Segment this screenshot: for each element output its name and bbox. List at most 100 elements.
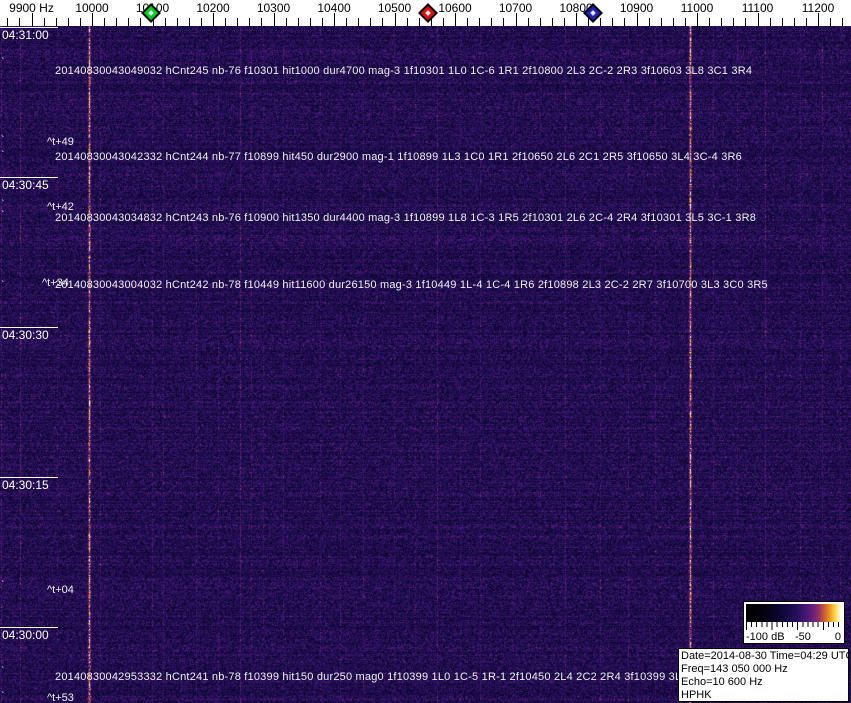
event-time-marker: ^t+04 bbox=[47, 584, 74, 596]
freq-tick-mark bbox=[697, 13, 698, 26]
time-label: 04:30:30 bbox=[2, 328, 49, 342]
time-label: 04:30:00 bbox=[2, 628, 49, 642]
left-edge-caret-mark: ` bbox=[1, 135, 5, 146]
marker-center-dot bbox=[425, 10, 431, 16]
freq-tick-mark bbox=[672, 18, 674, 26]
freq-tick-mark bbox=[309, 18, 311, 26]
freq-tick-mark bbox=[297, 18, 299, 26]
freq-tick-mark bbox=[7, 18, 9, 26]
freq-tick-mark bbox=[128, 18, 130, 26]
time-label: 04:31:00 bbox=[2, 28, 49, 42]
info-echo: Echo=10 600 Hz bbox=[681, 676, 763, 688]
legend-mid-label: -50 bbox=[795, 631, 811, 643]
left-edge-caret-mark: ` bbox=[1, 57, 5, 68]
freq-tick-mark bbox=[709, 18, 711, 26]
frequency-axis-ruler: 9900 Hz100001010010200103001040010500106… bbox=[0, 0, 851, 26]
freq-tick-mark bbox=[479, 18, 481, 26]
freq-tick-mark bbox=[733, 18, 735, 26]
info-station-id: HPHK bbox=[681, 689, 712, 701]
freq-tick-mark bbox=[551, 18, 553, 26]
freq-tick-mark bbox=[515, 13, 517, 26]
detection-text-line: 20140830042953332 hCnt241 nb-78 f10399 h… bbox=[55, 671, 716, 683]
freq-tick-mark bbox=[334, 13, 335, 26]
freq-tick-mark bbox=[116, 18, 118, 26]
freq-tick-mark bbox=[781, 18, 783, 26]
detection-text-line: 20140830043034832 hCnt243 nb-76 f10900 h… bbox=[55, 212, 757, 224]
freq-tick-mark bbox=[200, 18, 202, 26]
detection-text-line: 20140830043049032 hCnt245 nb-76 f10301 h… bbox=[55, 65, 753, 77]
freq-tick-mark bbox=[539, 18, 541, 26]
freq-tick-mark bbox=[612, 18, 614, 26]
marker-center-dot bbox=[590, 10, 596, 16]
freq-tick-mark bbox=[67, 18, 69, 26]
freq-tick-mark bbox=[660, 18, 662, 26]
event-time-marker: ^t+49 bbox=[47, 136, 74, 148]
freq-tick-mark bbox=[636, 13, 638, 26]
event-time-marker: ^t+42 bbox=[47, 201, 74, 213]
db-color-scale-legend: -100 dB -50 0 bbox=[743, 601, 845, 644]
freq-tick-mark bbox=[346, 18, 348, 26]
freq-tick-mark bbox=[576, 13, 577, 26]
freq-tick-mark bbox=[55, 18, 57, 26]
freq-tick-mark bbox=[745, 18, 747, 26]
spectrogram-display[interactable] bbox=[0, 26, 851, 703]
info-frequency: Freq=143 050 000 Hz bbox=[681, 663, 788, 675]
info-date-time: Date=2014-08-30 Time=04:29 UTC bbox=[681, 650, 849, 662]
left-edge-caret-mark: ` bbox=[1, 210, 5, 221]
left-edge-caret-mark: ` bbox=[1, 280, 5, 291]
left-edge-caret-mark: ` bbox=[1, 199, 5, 210]
marker-center-dot bbox=[148, 10, 154, 16]
freq-tick-mark bbox=[467, 18, 469, 26]
freq-tick-mark bbox=[31, 13, 33, 26]
freq-tick-mark bbox=[600, 18, 602, 26]
freq-tick-mark bbox=[648, 18, 650, 26]
freq-tick-mark bbox=[176, 18, 178, 26]
event-time-marker: ^t+34 bbox=[42, 277, 69, 289]
time-label: 04:30:45 bbox=[2, 178, 49, 192]
freq-tick-mark bbox=[285, 18, 287, 26]
freq-tick-mark bbox=[769, 18, 771, 26]
freq-tick-mark bbox=[382, 18, 384, 26]
freq-tick-mark bbox=[213, 13, 214, 26]
left-edge-caret-mark: ` bbox=[1, 691, 5, 702]
freq-tick-mark bbox=[406, 18, 408, 26]
freq-tick-mark bbox=[805, 18, 807, 26]
freq-tick-mark bbox=[757, 13, 759, 26]
freq-tick-mark bbox=[358, 18, 360, 26]
freq-tick-mark bbox=[455, 13, 456, 26]
event-time-marker: ^t+53 bbox=[47, 692, 74, 703]
observation-info-box: Date=2014-08-30 Time=04:29 UTC Freq=143 … bbox=[678, 648, 849, 702]
freq-tick-mark bbox=[225, 18, 227, 26]
freq-tick-mark bbox=[261, 18, 263, 26]
left-edge-caret-mark: ` bbox=[1, 666, 5, 677]
legend-tick-ruler bbox=[746, 622, 842, 630]
freq-tick-mark bbox=[442, 18, 444, 26]
freq-tick-mark bbox=[19, 18, 21, 26]
detection-text-line: 20140830043042332 hCnt244 nb-77 f10899 h… bbox=[55, 151, 742, 163]
freq-tick-mark bbox=[503, 18, 505, 26]
colormap-gradient-bar bbox=[746, 604, 842, 622]
spectrogram-app-window: 9900 Hz100001010010200103001040010500106… bbox=[0, 0, 851, 703]
freq-tick-mark bbox=[321, 18, 323, 26]
freq-tick-mark bbox=[793, 18, 795, 26]
freq-tick-mark bbox=[721, 18, 723, 26]
freq-tick-mark bbox=[92, 13, 93, 26]
freq-tick-mark bbox=[249, 18, 251, 26]
freq-tick-mark bbox=[273, 13, 275, 26]
freq-tick-mark bbox=[394, 13, 396, 26]
detection-text-line: 20140830043004032 hCnt242 nb-78 f10449 h… bbox=[55, 279, 768, 291]
legend-min-label: -100 dB bbox=[746, 631, 785, 643]
red-frequency-marker-diamond-icon[interactable] bbox=[418, 3, 438, 23]
freq-tick-mark bbox=[188, 18, 190, 26]
freq-tick-mark bbox=[237, 18, 239, 26]
freq-tick-mark bbox=[818, 13, 819, 26]
left-edge-caret-mark: ` bbox=[1, 150, 5, 161]
freq-tick-mark bbox=[104, 18, 106, 26]
freq-tick-mark bbox=[684, 18, 686, 26]
freq-tick-mark bbox=[418, 18, 420, 26]
freq-tick-mark bbox=[43, 18, 45, 26]
freq-tick-mark bbox=[830, 18, 832, 26]
freq-tick-mark bbox=[842, 18, 844, 26]
left-edge-caret-mark: ` bbox=[1, 580, 5, 591]
time-label: 04:30:15 bbox=[2, 478, 49, 492]
